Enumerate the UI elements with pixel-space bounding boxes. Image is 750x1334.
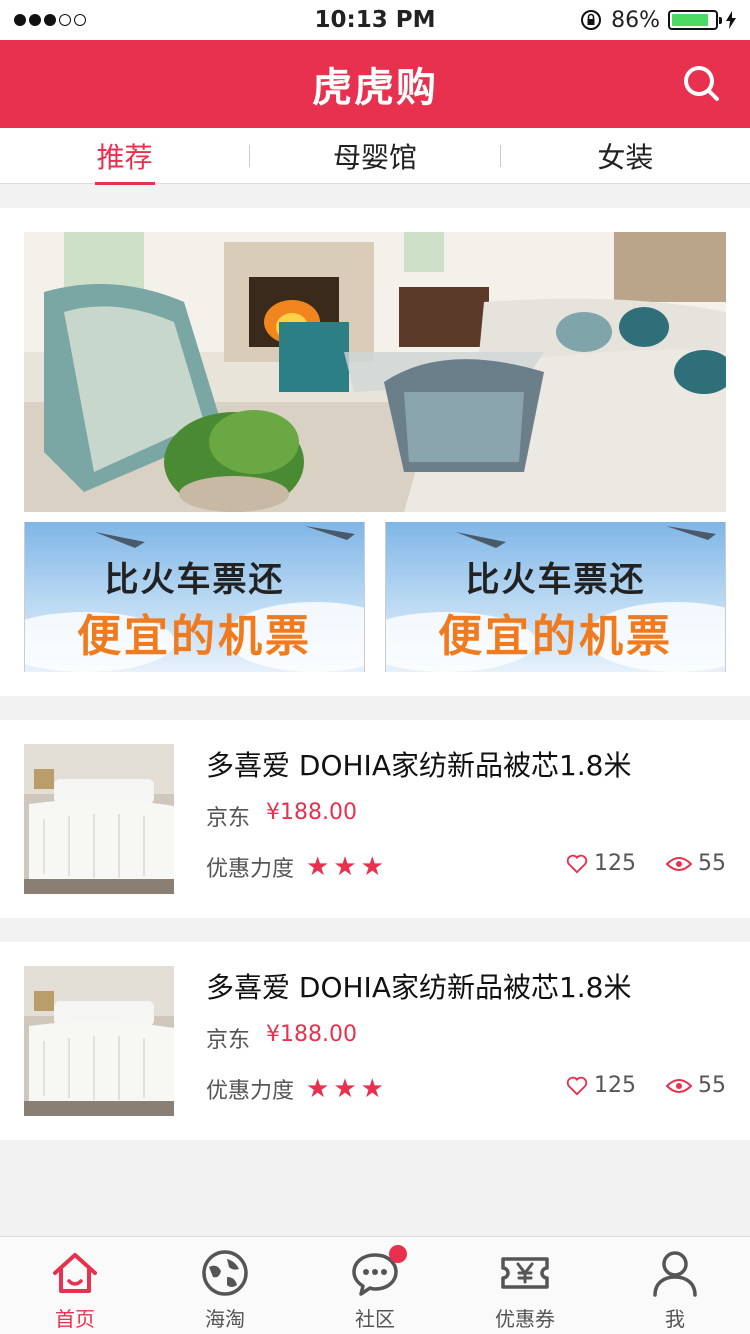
tab-mother-baby[interactable]: 母婴馆	[250, 128, 499, 183]
discount-star-rating: ★ ★ ★	[306, 854, 384, 880]
status-bar: 10:13 PM 86%	[0, 0, 750, 40]
like-stat[interactable]: 125	[566, 851, 636, 876]
discount-star-rating: ★ ★ ★	[306, 1076, 384, 1102]
tab-womens-clothing[interactable]: 女装	[501, 128, 750, 183]
search-icon[interactable]	[682, 64, 722, 104]
promo-banner-flights-left[interactable]: 比火车票还 便宜的机票	[24, 522, 365, 672]
star-icon: ★	[333, 1074, 357, 1104]
product-card[interactable]: 多喜爱 DOHIA家纺新品被芯1.8米 京东 ¥188.00 优惠力度 ★ ★ ★ …	[0, 942, 750, 1140]
star-icon: ★	[333, 852, 357, 882]
heart-icon	[566, 1076, 588, 1095]
eye-icon	[666, 1078, 692, 1093]
globe-icon	[202, 1250, 248, 1296]
view-stat: 55	[666, 1073, 726, 1098]
view-count: 55	[698, 851, 726, 876]
nav-community[interactable]: 社区	[300, 1237, 450, 1334]
product-image-duvet[interactable]	[24, 744, 174, 894]
battery-icon	[668, 10, 722, 30]
heart-icon	[566, 854, 588, 873]
product-price: ¥188.00	[266, 1022, 357, 1047]
hero-banner-living-room[interactable]	[24, 232, 726, 512]
nav-label: 首页	[55, 1307, 95, 1331]
promo-line2: 便宜的机票	[77, 611, 312, 662]
star-icon: ★	[360, 852, 384, 882]
like-count: 125	[594, 1073, 636, 1098]
product-store: 京东	[206, 806, 251, 831]
discount-label: 优惠力度	[206, 1079, 295, 1104]
discount-label: 优惠力度	[206, 857, 295, 882]
app-title: 虎虎购	[312, 65, 438, 111]
star-icon: ★	[306, 852, 330, 882]
bottom-tab-bar: 首页 海淘 社区 优惠券 我	[0, 1236, 750, 1334]
promo-line1: 比火车票还	[104, 560, 285, 600]
home-icon	[53, 1253, 97, 1293]
banner-section: 比火车票还 便宜的机票 比火车票还 便宜的机票	[0, 208, 750, 696]
notification-badge	[389, 1245, 407, 1263]
like-count: 125	[594, 851, 636, 876]
nav-coupons[interactable]: 优惠券	[450, 1237, 600, 1334]
product-price: ¥188.00	[266, 800, 357, 825]
eye-icon	[666, 856, 692, 871]
star-icon: ★	[360, 1074, 384, 1104]
nav-label: 我	[665, 1307, 685, 1331]
nav-label: 社区	[355, 1307, 395, 1331]
view-stat: 55	[666, 851, 726, 876]
like-stat[interactable]: 125	[566, 1073, 636, 1098]
product-image-duvet[interactable]	[24, 966, 174, 1116]
user-icon	[653, 1251, 697, 1297]
product-title[interactable]: 多喜爱 DOHIA家纺新品被芯1.8米	[206, 966, 632, 1006]
nav-home[interactable]: 首页	[0, 1237, 150, 1334]
product-store: 京东	[206, 1028, 251, 1053]
star-icon: ★	[306, 1074, 330, 1104]
tab-recommend[interactable]: 推荐	[0, 128, 249, 185]
nav-me[interactable]: 我	[600, 1237, 750, 1334]
product-title[interactable]: 多喜爱 DOHIA家纺新品被芯1.8米	[206, 744, 632, 784]
nav-label: 优惠券	[495, 1307, 555, 1331]
promo-line2: 便宜的机票	[438, 611, 673, 662]
nav-label: 海淘	[205, 1307, 245, 1331]
category-tabs: 推荐 母婴馆 女装	[0, 128, 750, 185]
nav-overseas[interactable]: 海淘	[150, 1237, 300, 1334]
app-header: 虎虎购	[0, 40, 750, 128]
product-card[interactable]: 多喜爱 DOHIA家纺新品被芯1.8米 京东 ¥188.00 优惠力度 ★ ★ ★ …	[0, 720, 750, 918]
coupon-icon	[501, 1257, 549, 1289]
promo-line1: 比火车票还	[465, 560, 646, 600]
promo-banner-flights-right[interactable]: 比火车票还 便宜的机票	[385, 522, 726, 672]
view-count: 55	[698, 1073, 726, 1098]
status-time: 10:13 PM	[314, 7, 436, 33]
